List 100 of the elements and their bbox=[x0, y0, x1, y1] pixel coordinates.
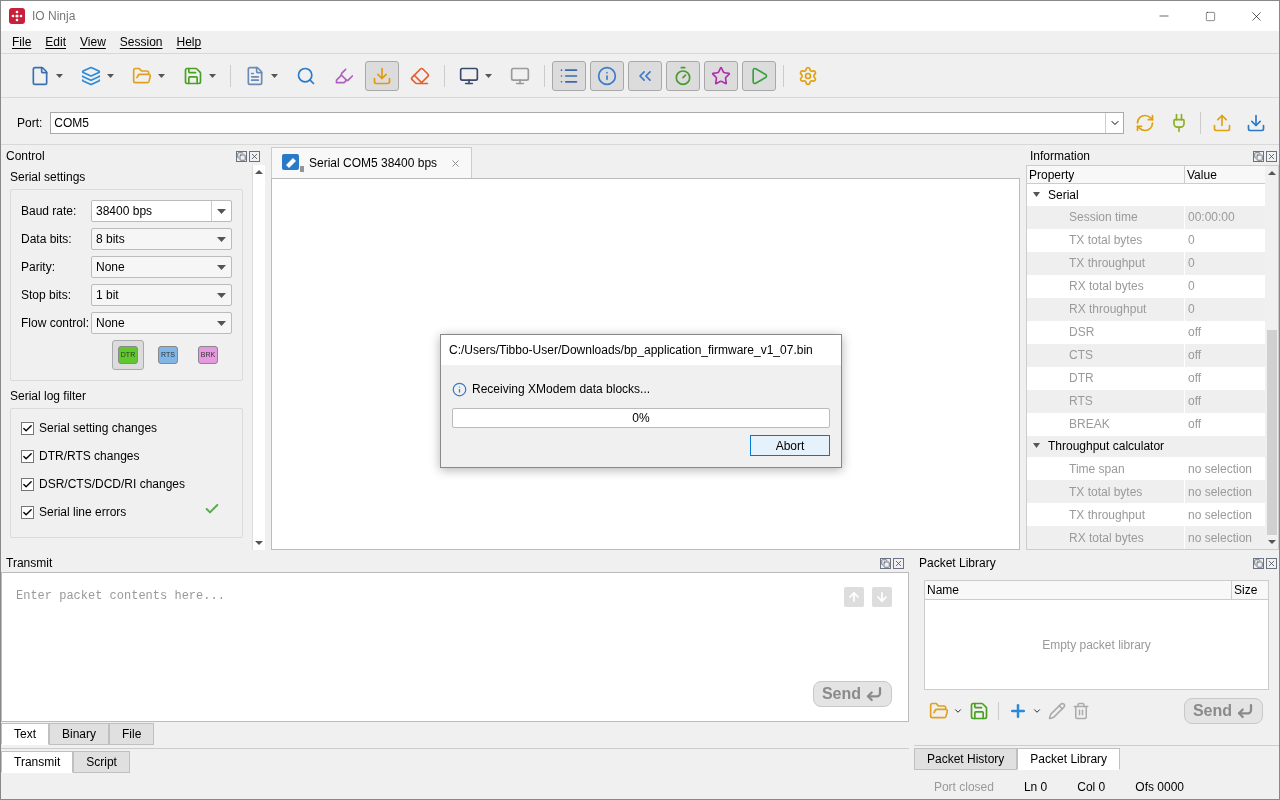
property-value: no selection bbox=[1187, 506, 1254, 524]
field-label: Flow control: bbox=[21, 315, 91, 332]
tab[interactable]: Packet History bbox=[914, 748, 1018, 770]
dropdown-field[interactable]: None bbox=[91, 312, 232, 334]
column-header[interactable]: Property bbox=[1027, 166, 1185, 183]
field-label: Stop bits: bbox=[21, 287, 73, 304]
dropdown-field[interactable]: 8 bits bbox=[91, 228, 232, 250]
expander-icon bbox=[1033, 191, 1040, 198]
menu-item[interactable]: Edit bbox=[38, 33, 74, 51]
menu-item[interactable]: File bbox=[5, 33, 39, 51]
menu-item[interactable]: View bbox=[73, 33, 113, 51]
close-icon[interactable] bbox=[249, 150, 260, 162]
add-button[interactable] bbox=[1008, 701, 1042, 721]
save-icon bbox=[183, 65, 203, 86]
status-text: Port closed bbox=[933, 778, 994, 796]
caret-icon bbox=[216, 264, 226, 270]
float-icon[interactable] bbox=[880, 557, 891, 569]
dropdown-field[interactable]: 38400 bps bbox=[91, 200, 232, 222]
document-icon bbox=[245, 65, 265, 86]
field-label: Data bits: bbox=[21, 231, 73, 248]
checkbox[interactable] bbox=[21, 421, 34, 435]
port-label: Port: bbox=[17, 114, 43, 132]
layers-icon bbox=[81, 65, 101, 86]
serial-cable-icon bbox=[282, 154, 304, 172]
caret-icon bbox=[216, 292, 226, 298]
open-button[interactable] bbox=[929, 701, 963, 721]
checkbox-label: Serial line errors bbox=[39, 504, 127, 521]
toolbar-button[interactable] bbox=[590, 60, 624, 91]
checkbox[interactable] bbox=[21, 505, 34, 519]
scroll-up-icon[interactable] bbox=[1267, 171, 1276, 175]
property-name: DTR bbox=[1027, 366, 1185, 390]
panel-title: Information bbox=[1030, 148, 1091, 165]
status-text: Ln 0 bbox=[1023, 778, 1048, 796]
scrollbar[interactable] bbox=[1265, 166, 1278, 549]
window-title: IO Ninja bbox=[32, 8, 76, 25]
property-name: BREAK bbox=[1027, 412, 1185, 436]
close-icon[interactable] bbox=[893, 557, 904, 569]
port-combobox[interactable]: COM5 bbox=[50, 111, 1124, 134]
float-icon[interactable] bbox=[1253, 150, 1264, 162]
session-tab[interactable]: Serial COM5 38400 bps bbox=[271, 147, 473, 178]
menu-item[interactable]: Session bbox=[112, 33, 170, 51]
float-icon[interactable] bbox=[236, 150, 247, 162]
property-name: RX total bytes bbox=[1027, 274, 1185, 298]
checkbox-label: DTR/RTS changes bbox=[39, 448, 140, 465]
toolbar-button[interactable] bbox=[704, 60, 738, 91]
property-value: no selection bbox=[1187, 483, 1254, 501]
save-button[interactable] bbox=[969, 701, 989, 721]
property-name: TX total bytes bbox=[1027, 228, 1185, 252]
panel-title: Transmit bbox=[6, 555, 53, 572]
tree-group-row[interactable]: Throughput calculator bbox=[1027, 435, 1265, 457]
float-icon[interactable] bbox=[1253, 557, 1264, 569]
edit-button[interactable] bbox=[1048, 702, 1066, 720]
tab[interactable]: Binary bbox=[49, 723, 110, 745]
dropdown-field[interactable]: 1 bit bbox=[91, 284, 232, 306]
property-value: off bbox=[1187, 393, 1203, 410]
scroll-up-icon[interactable] bbox=[255, 170, 263, 174]
scrollbar[interactable] bbox=[252, 165, 265, 550]
markers-icon bbox=[334, 65, 354, 86]
section-title: Serial settings bbox=[10, 169, 87, 186]
settings-icon bbox=[798, 65, 818, 86]
panel-title: Packet Library bbox=[919, 555, 996, 572]
tab[interactable]: File bbox=[109, 723, 155, 745]
close-icon[interactable] bbox=[1266, 557, 1277, 569]
save-icon bbox=[969, 701, 989, 721]
abort-button[interactable]: Abort bbox=[750, 435, 830, 456]
tab[interactable]: Script bbox=[73, 751, 130, 773]
star-icon bbox=[711, 65, 731, 86]
timer-icon bbox=[673, 65, 693, 86]
scroll-thumb[interactable] bbox=[1266, 330, 1277, 535]
dialog-message: Receiving XModem data blocks... bbox=[472, 381, 651, 398]
checkbox[interactable] bbox=[21, 477, 34, 491]
field-label: Parity: bbox=[21, 259, 56, 276]
open-folder-icon bbox=[929, 701, 949, 721]
open-folder-icon bbox=[132, 65, 152, 86]
column-header[interactable]: Name bbox=[925, 581, 1232, 599]
property-value: 0 bbox=[1187, 278, 1196, 295]
property-value: off bbox=[1187, 416, 1203, 433]
add-icon bbox=[1008, 701, 1028, 721]
tab[interactable]: Packet Library bbox=[1017, 748, 1121, 770]
close-icon[interactable] bbox=[450, 157, 462, 169]
scroll-down-icon[interactable] bbox=[1267, 540, 1276, 544]
close-icon[interactable] bbox=[1266, 150, 1277, 162]
delete-button[interactable] bbox=[1072, 702, 1090, 720]
menu-item[interactable]: Help bbox=[169, 33, 209, 51]
toolbar-button[interactable] bbox=[552, 60, 586, 91]
monitor-icon bbox=[459, 65, 479, 86]
caret-icon bbox=[1032, 706, 1042, 716]
dropdown-field[interactable]: None bbox=[91, 256, 232, 278]
tab[interactable]: Text bbox=[1, 723, 49, 745]
info-icon bbox=[597, 65, 617, 86]
tab[interactable]: Transmit bbox=[1, 751, 74, 773]
column-header[interactable]: Size bbox=[1232, 581, 1268, 599]
scroll-down-icon[interactable] bbox=[255, 541, 263, 545]
column-header[interactable]: Value bbox=[1185, 166, 1265, 183]
caret-icon bbox=[56, 73, 63, 78]
edit-icon bbox=[1048, 702, 1066, 720]
checkbox[interactable] bbox=[21, 449, 34, 463]
caret-icon bbox=[216, 236, 226, 242]
app-logo-icon bbox=[9, 8, 25, 24]
caret-icon bbox=[485, 73, 492, 78]
